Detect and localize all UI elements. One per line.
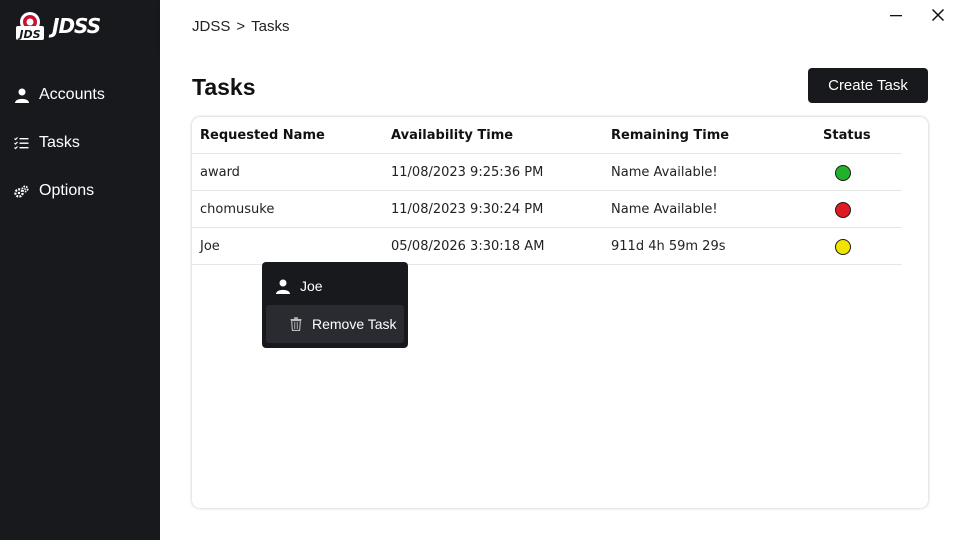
column-header-availability-time[interactable]: Availability Time [391,128,513,143]
remove-task-menu-item[interactable]: Remove Task [266,305,404,343]
context-menu-title-label: Joe [300,278,323,294]
breadcrumb: JDSS > Tasks [192,18,289,35]
minimize-button[interactable] [884,4,908,26]
table-row[interactable]: award 11/08/2023 9:25:36 PM Name Availab… [192,154,902,191]
table-row[interactable]: Joe 05/08/2026 3:30:18 AM 911d 4h 59m 29… [192,228,902,265]
trash-icon [290,317,302,331]
remove-task-label: Remove Task [312,316,397,332]
close-button[interactable] [926,4,950,26]
svg-text:JDS: JDS [17,28,40,41]
sidebar-item-label: Tasks [39,134,80,151]
user-icon [14,88,29,103]
cell-requested-name: award [200,165,240,180]
status-indicator [835,165,851,181]
cell-remaining-time: Name Available! [611,165,718,180]
cell-remaining-time: Name Available! [611,202,718,217]
cell-requested-name: chomusuke [200,202,275,217]
context-menu: Joe Remove Task [262,262,408,348]
app-name: JDSS [52,14,101,38]
cell-remaining-time: 911d 4h 59m 29s [611,239,726,254]
sidebar-item-options[interactable]: Options [14,179,94,203]
sidebar: JDS JDSS Accounts Tasks Options [0,0,160,540]
sidebar-item-label: Accounts [39,86,105,103]
jdss-logo-icon: JDS [16,12,44,41]
status-indicator [835,239,851,255]
table-header: Requested Name Availability Time Remaini… [192,117,902,154]
gears-icon [14,184,29,199]
column-header-requested-name[interactable]: Requested Name [200,128,325,143]
task-list-icon [14,136,29,151]
breadcrumb-current: Tasks [251,18,290,35]
breadcrumb-root[interactable]: JDSS [192,18,230,35]
cell-availability-time: 11/08/2023 9:30:24 PM [391,202,544,217]
context-menu-title: Joe [276,277,323,295]
breadcrumb-separator: > [236,18,246,35]
cell-availability-time: 11/08/2023 9:25:36 PM [391,165,544,180]
create-task-button[interactable]: Create Task [808,68,928,103]
sidebar-item-label: Options [39,182,95,199]
column-header-status[interactable]: Status [823,128,871,143]
cell-requested-name: Joe [200,239,220,254]
sidebar-item-tasks[interactable]: Tasks [14,131,80,155]
top-bar: JDSS > Tasks [160,0,959,53]
user-icon [276,279,290,294]
minimize-icon [890,15,902,17]
page-title: Tasks [192,74,256,100]
close-icon [931,8,945,22]
table-row[interactable]: chomusuke 11/08/2023 9:30:24 PM Name Ava… [192,191,902,228]
cell-availability-time: 05/08/2026 3:30:18 AM [391,239,545,254]
status-indicator [835,202,851,218]
app-logo: JDS JDSS [14,10,101,42]
column-header-remaining-time[interactable]: Remaining Time [611,128,729,143]
sidebar-item-accounts[interactable]: Accounts [14,83,105,107]
